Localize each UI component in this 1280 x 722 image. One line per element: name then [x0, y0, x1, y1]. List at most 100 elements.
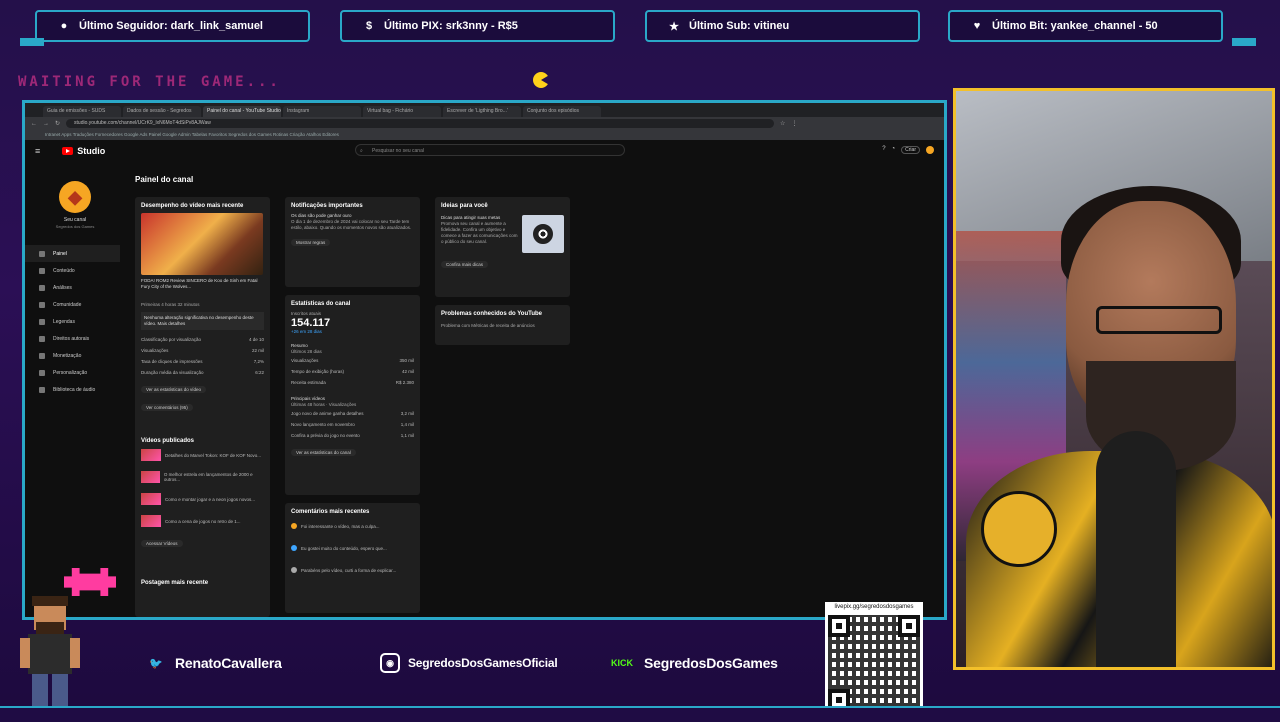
- ideas-title: Ideias para você: [441, 203, 488, 209]
- browser-tab[interactable]: Instagram: [283, 106, 361, 117]
- notification-icon[interactable]: ◔: [892, 146, 896, 154]
- known-issues-card: Problemas conhecidos do YouTube Problema…: [435, 305, 570, 345]
- sidebar-item-painel[interactable]: Painel: [25, 245, 120, 262]
- stat-row: Receita estimada R$ 2.380: [291, 380, 414, 385]
- sidebar-item-analises[interactable]: Análises: [25, 279, 120, 296]
- video-stats-button[interactable]: Ver as estatísticas do vídeo: [141, 386, 207, 393]
- list-item[interactable]: Detalhes do Marvel Tokon: KOF de KOF Nov…: [141, 444, 264, 466]
- reload-icon[interactable]: ↻: [55, 120, 60, 127]
- browser-tab[interactable]: Virtual bag - Fichário: [363, 106, 441, 117]
- sidebar-item-comunidade[interactable]: Comunidade: [25, 296, 120, 313]
- latest-post-title: Postagem mais recente: [141, 580, 209, 586]
- browser-tab-active[interactable]: Painel do canal - YouTube Studio: [203, 106, 281, 117]
- person-icon: ●: [60, 20, 68, 32]
- commenter-avatar: [291, 545, 297, 551]
- latest-video-name[interactable]: FODA! ROM2 Review SINCERO de Koo de Sinh…: [141, 278, 264, 290]
- stat-row: Visualizações 350 mil: [291, 358, 414, 363]
- instagram-icon: ◉: [380, 653, 400, 673]
- top-video-row[interactable]: Jogo novo de anime ganha detalhes 3,2 mil: [291, 408, 414, 419]
- audio-library-icon: [39, 386, 45, 393]
- channel-avatar[interactable]: ◆: [59, 181, 91, 213]
- metric-row: Visualizações 22 mil: [141, 348, 264, 353]
- list-item[interactable]: Como e montar jogar e a neon jogos novos…: [141, 488, 264, 510]
- comment-item[interactable]: Parabéns pelo vídeo, curti a forma de ex…: [291, 559, 414, 581]
- more-tips-button[interactable]: Confira mais dicas: [441, 261, 489, 268]
- qr-url-label: livepix.gg/segredosdosgames: [825, 602, 923, 612]
- studio-sidebar: ◆ Seu canal Segredos dos Games Painel Co…: [25, 173, 125, 617]
- content-icon: [39, 267, 45, 274]
- browser-tab[interactable]: Conjunto dos episódios: [523, 106, 601, 117]
- metric-row: Taxa de cliques de impressões 7,2%: [141, 359, 264, 364]
- sidebar-item-direitos[interactable]: Direitos autorais: [25, 330, 120, 347]
- studio-header-actions: ? ◔ Criar: [882, 146, 934, 154]
- sidebar-item-personalizacao[interactable]: Personalização: [25, 364, 120, 381]
- video-thumbnail: [141, 449, 161, 461]
- analytics-icon: [39, 284, 45, 291]
- view-comments-button[interactable]: Ver comentários (95): [141, 404, 193, 411]
- search-icon: ⌕: [360, 148, 363, 154]
- studio-logo[interactable]: Studio: [62, 146, 105, 156]
- extensions-icon[interactable]: ⋮: [791, 120, 797, 127]
- video-thumbnail: [141, 493, 161, 505]
- browser-tab[interactable]: Guia de emissões - SUDS: [43, 106, 121, 117]
- video-thumbnail: [141, 471, 160, 483]
- sidebar-item-monetizacao[interactable]: Monetização: [25, 347, 120, 364]
- sidebar-item-audio[interactable]: Biblioteca de áudio: [25, 381, 120, 398]
- target-icon: [522, 215, 564, 253]
- community-icon: [39, 301, 45, 308]
- latest-video-thumbnail[interactable]: [141, 213, 263, 275]
- stat-row: Tempo de exibição (horas) 42 mil: [291, 369, 414, 374]
- list-item[interactable]: O melhor estrela em lançamentos de 2000 …: [141, 466, 264, 488]
- customization-icon: [39, 369, 45, 376]
- forward-icon[interactable]: →: [43, 121, 49, 127]
- comment-item[interactable]: Foi interessante o vídeo, mas a culpa...: [291, 515, 414, 537]
- bookmark-star-icon[interactable]: ☆: [780, 120, 785, 127]
- latest-video-title: Desempenho do vídeo mais recente: [141, 203, 244, 209]
- go-to-videos-button[interactable]: Acessar Vídeos: [141, 540, 183, 547]
- star-icon: ★: [669, 20, 679, 33]
- social-twitter: 🐦 RenatoCavallera: [145, 647, 282, 679]
- back-icon[interactable]: ←: [31, 121, 37, 127]
- browser-tab[interactable]: Dados de sessão - Segredos: [123, 106, 201, 117]
- channel-stats-button[interactable]: Ver as estatísticas do canal: [291, 449, 356, 456]
- notification-body: O dia 1 de dezembro de 2024 vai colocar …: [291, 219, 412, 230]
- qr-finder: [898, 615, 920, 637]
- list-item[interactable]: Como a cena de jogos no retro de 1...: [141, 510, 264, 532]
- notifications-title: Notificações importantes: [291, 203, 363, 209]
- subtitles-icon: [39, 318, 45, 325]
- comment-item[interactable]: Eu gostei muito do conteúdo, espero que.…: [291, 537, 414, 559]
- subs-delta: +26 em 28 dias: [291, 329, 322, 334]
- url-input[interactable]: studio.youtube.com/channel/UCrK9_lxN6MoT…: [66, 119, 775, 128]
- copyright-icon: [39, 335, 45, 342]
- tab-strip: Guia de emissões - SUDS Dados de sessão …: [25, 103, 944, 117]
- ideas-card: Ideias para você Dicas para atingir suas…: [435, 197, 570, 297]
- sidebar-item-legendas[interactable]: Legendas: [25, 313, 120, 330]
- create-button[interactable]: Criar: [901, 146, 920, 154]
- cam-shirt-logo: [981, 491, 1057, 567]
- studio-header: ≡ Studio ⌕ Pesquisar no seu canal ? ◔ Cr…: [25, 140, 944, 162]
- ideas-text: Promova seu canal e aumente a fidelidade…: [441, 221, 518, 244]
- studio-search-input[interactable]: ⌕ Pesquisar no seu canal: [355, 144, 625, 156]
- ideas-body: Dicas para atingir suas metas Promova se…: [441, 215, 564, 253]
- dollar-icon: $: [365, 20, 373, 32]
- top-video-row[interactable]: Novo lançamento em novembro 1,4 mil: [291, 419, 414, 430]
- browser-tab[interactable]: Escrever de 'Ligthing Bro...': [443, 106, 521, 117]
- account-avatar[interactable]: [926, 146, 934, 154]
- qr-finder: [828, 615, 850, 637]
- webcam-feed: [953, 88, 1275, 670]
- channel-handle: Segredos dos Games: [55, 224, 95, 229]
- known-issue-item[interactable]: Problema com Métricas de receita de anún…: [441, 323, 564, 329]
- cam-microphone: [1096, 431, 1176, 667]
- show-rules-button[interactable]: Mostrar regras: [291, 239, 331, 246]
- latest-video-card: Desempenho do vídeo mais recente FODA! R…: [135, 197, 270, 617]
- help-icon[interactable]: ?: [882, 146, 885, 154]
- sidebar-item-conteudo[interactable]: Conteúdo: [25, 262, 120, 279]
- waiting-text: WAITING FOR THE GAME...: [18, 74, 281, 90]
- pixel-character-icon: [20, 596, 80, 714]
- heart-icon: ♥: [973, 20, 981, 32]
- target-bullseye: [533, 224, 553, 244]
- top-video-row[interactable]: Confira a prévia do jogo no evento 1,1 mi…: [291, 430, 414, 441]
- menu-icon[interactable]: ≡: [35, 146, 40, 156]
- bookmarks-bar[interactable]: Intranet Apps Traduções Fornecedores Goo…: [25, 130, 944, 140]
- social-kick: KICK SegredosDosGames: [608, 647, 778, 679]
